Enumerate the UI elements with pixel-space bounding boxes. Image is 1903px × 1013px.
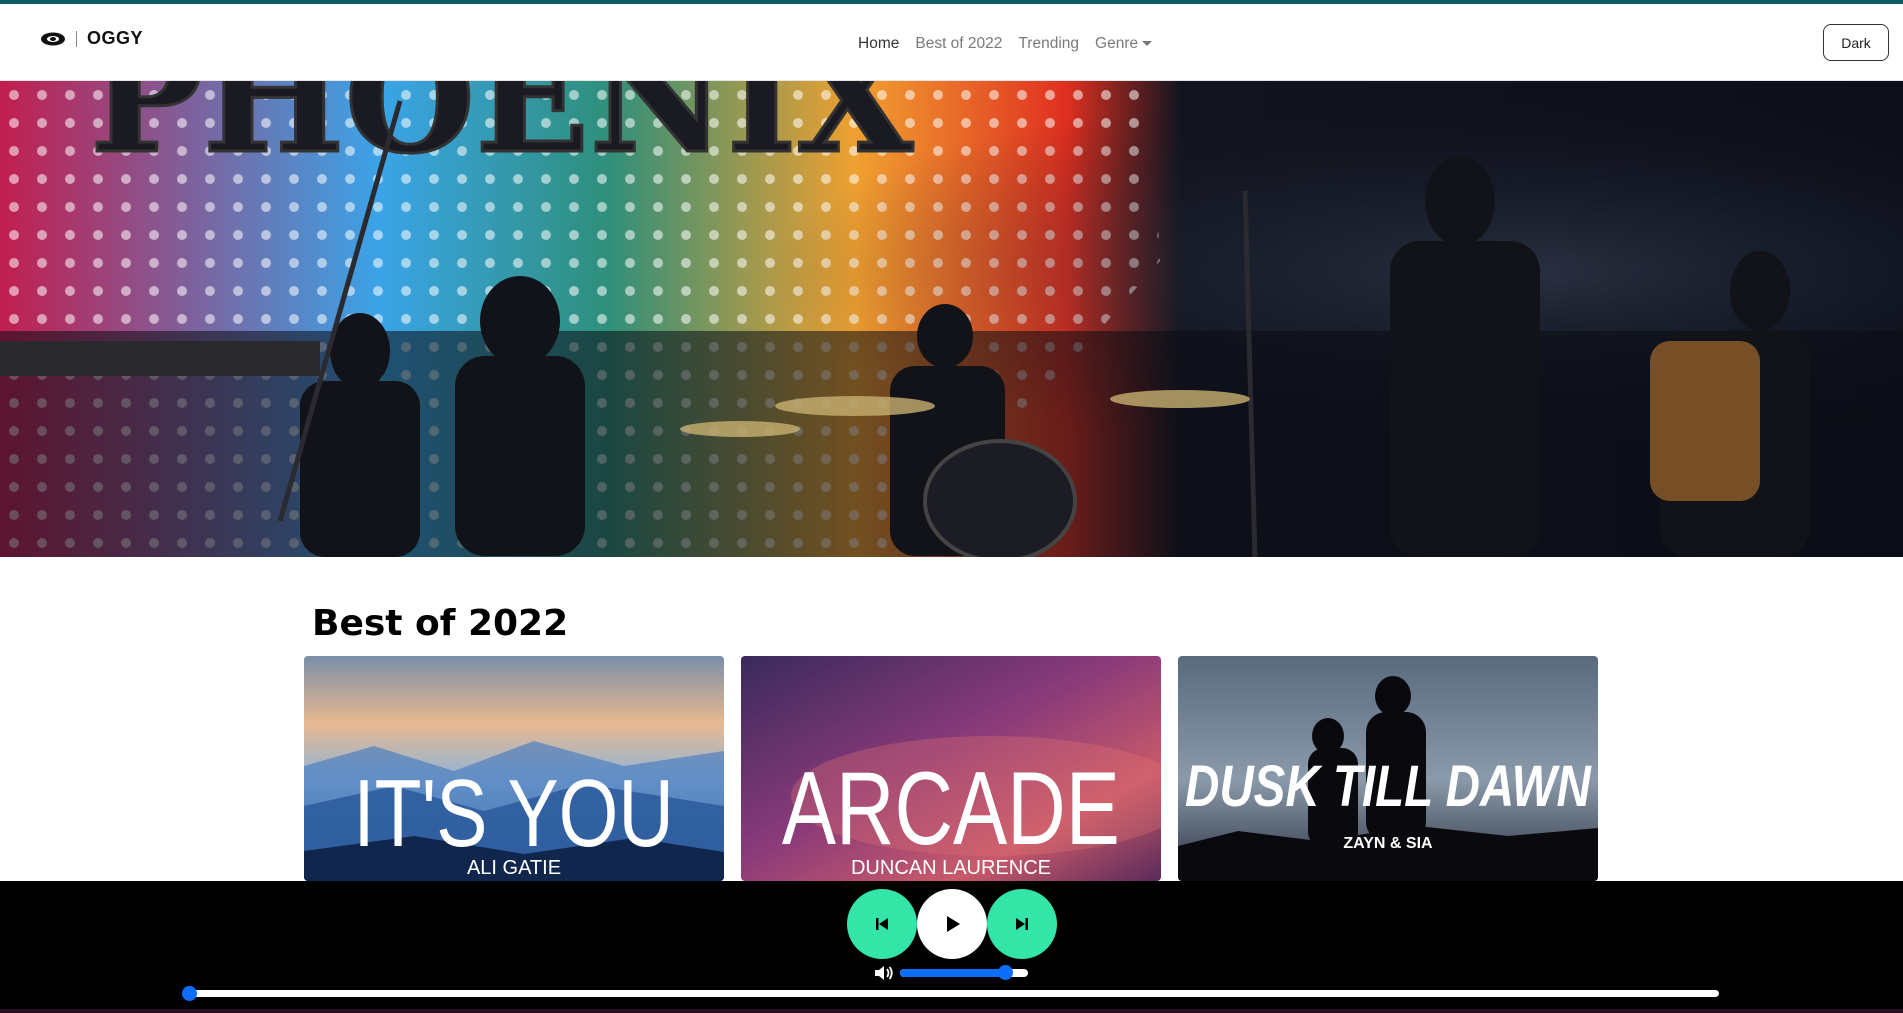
volume-thumb[interactable]	[997, 965, 1013, 980]
concert-photo: PHOENIX	[0, 81, 1903, 557]
progress-thumb[interactable]	[182, 986, 197, 1001]
song-card-dusk-till-dawn[interactable]: DUSK TILL DAWN ZAYN & SIA	[1178, 656, 1598, 881]
brand-separator	[76, 30, 77, 47]
volume-slider[interactable]	[900, 965, 1028, 980]
volume-fill	[900, 969, 1005, 977]
next-track-icon	[1016, 918, 1028, 930]
play-icon	[947, 916, 960, 932]
nav-home[interactable]: Home	[858, 35, 899, 53]
album-art: IT'S YOU ALI GATIE	[304, 656, 724, 881]
hero-banner: PHOENIX	[0, 81, 1903, 557]
nav-links: Home Best of 2022 Trending Genre	[858, 35, 1153, 53]
brand-name: OGGY	[87, 28, 144, 48]
nav-genre-dropdown[interactable]: Genre	[1095, 35, 1153, 53]
volume-icon[interactable]	[873, 962, 895, 984]
nav-genre-label: Genre	[1095, 35, 1139, 52]
card-title: ARCADE	[782, 750, 1120, 866]
navbar: OGGY Home Best of 2022 Trending Genre Da…	[0, 4, 1903, 81]
bottom-strip	[0, 1009, 1903, 1013]
card-artist: ALI GATIE	[467, 857, 561, 879]
song-card-arcade[interactable]: ARCADE DUNCAN LAURENCE	[741, 656, 1161, 881]
previous-button[interactable]	[847, 889, 917, 959]
album-art: DUSK TILL DAWN ZAYN & SIA	[1178, 656, 1598, 881]
card-title: DUSK TILL DAWN	[1185, 755, 1592, 820]
card-title: IT'S YOU	[353, 760, 673, 867]
play-button[interactable]	[917, 889, 987, 959]
section-title: Best of 2022	[312, 603, 569, 644]
previous-track-icon	[876, 918, 888, 930]
next-button[interactable]	[987, 889, 1057, 959]
hero-sign-text: PHOENIX	[90, 81, 914, 187]
album-art: ARCADE DUNCAN LAURENCE	[741, 656, 1161, 881]
song-card-its-you[interactable]: IT'S YOU ALI GATIE	[304, 656, 724, 881]
progress-slider[interactable]	[182, 986, 1719, 1001]
dark-mode-button[interactable]: Dark	[1823, 24, 1889, 61]
card-artist: DUNCAN LAURENCE	[851, 857, 1051, 879]
card-artist: ZAYN & SIA	[1343, 835, 1433, 852]
brand[interactable]: OGGY	[40, 28, 143, 49]
nav-best-of-2022[interactable]: Best of 2022	[915, 35, 1002, 53]
nav-trending[interactable]: Trending	[1018, 35, 1079, 53]
eye-logo-icon	[41, 32, 65, 45]
caret-down-icon	[1142, 41, 1153, 47]
